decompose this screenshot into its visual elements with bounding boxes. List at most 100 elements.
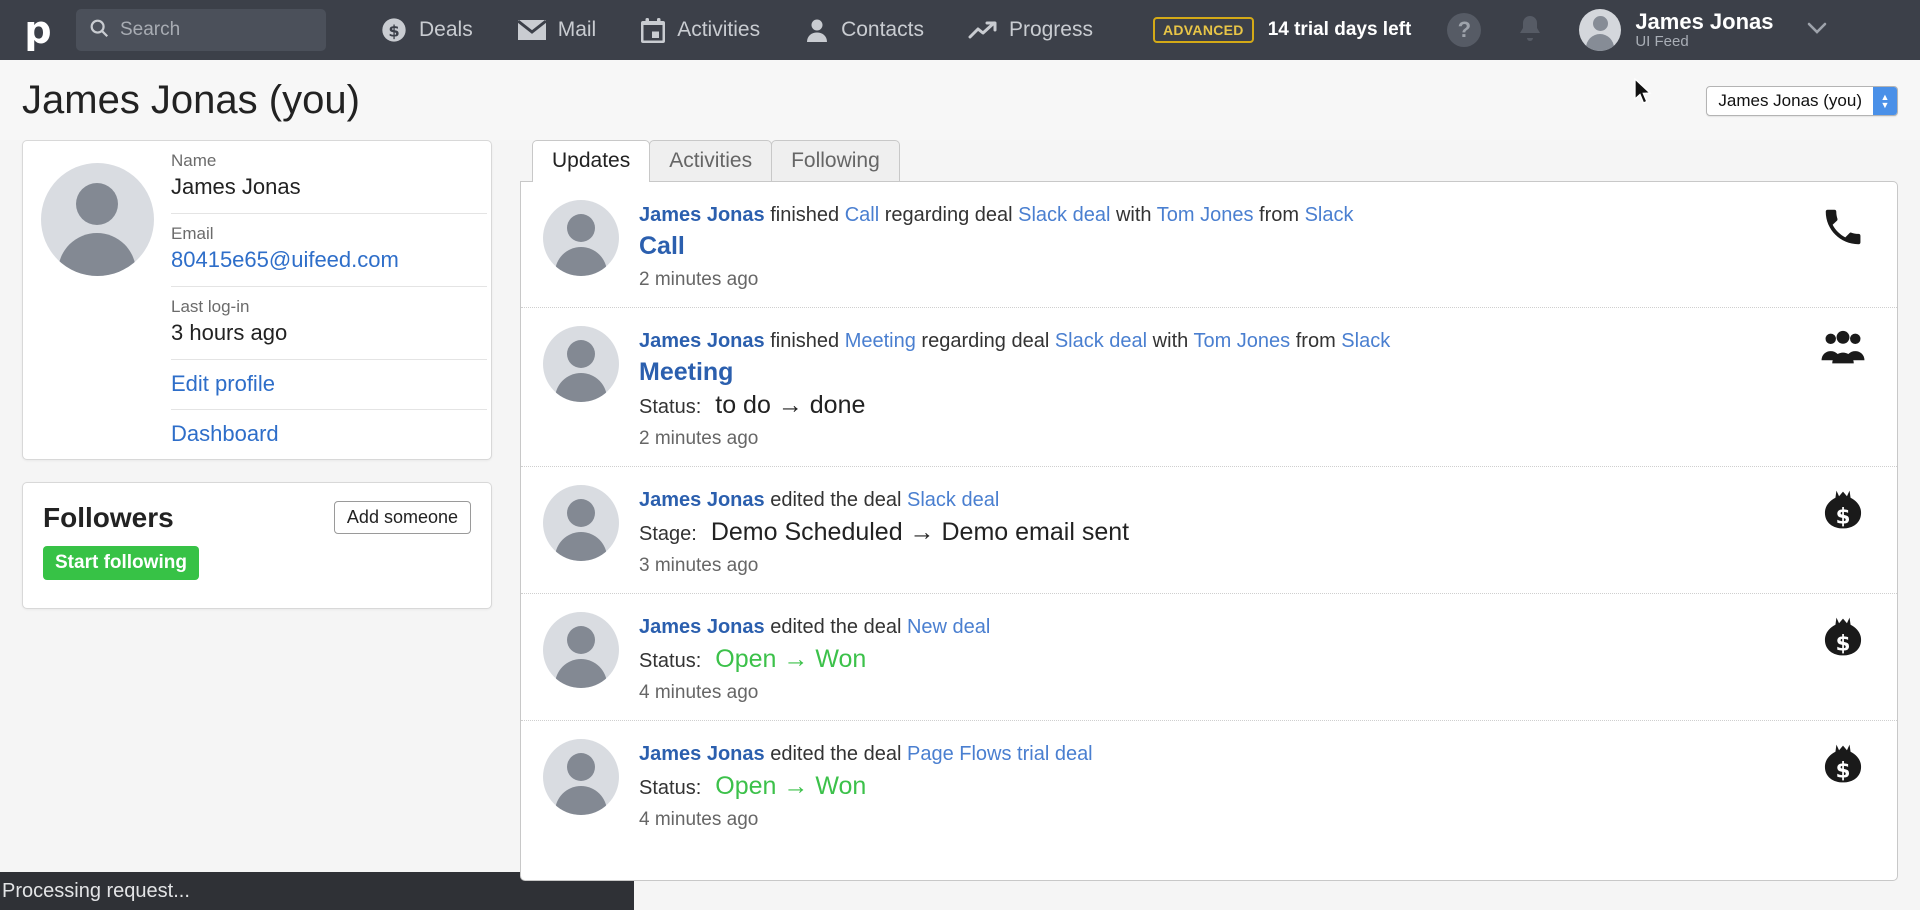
profile-field-email: Email 80415e65@uifeed.com: [171, 214, 487, 287]
feed-object-link[interactable]: Meeting: [845, 330, 916, 352]
app-logo[interactable]: p: [14, 6, 62, 54]
feed-mid-text: regarding deal: [879, 204, 1019, 226]
search-placeholder: Search: [120, 19, 181, 40]
nav-item-activities[interactable]: Activities: [618, 0, 782, 60]
calendar-icon: [640, 17, 666, 44]
nav-item-progress[interactable]: Progress: [946, 0, 1115, 60]
feed-headline: James Jonas edited the deal Slack deal: [639, 487, 1791, 514]
page-title: James Jonas (you): [22, 77, 360, 122]
feed-deal-link[interactable]: New deal: [907, 616, 990, 638]
svg-text:$: $: [1836, 632, 1851, 657]
feed-from-text: from: [1290, 330, 1342, 352]
notifications-bell-icon[interactable]: [1517, 14, 1543, 47]
feed-body: James Jonas edited the deal Page Flows t…: [639, 739, 1791, 831]
feed-change-values: Demo Scheduled → Demo email sent: [710, 518, 1130, 546]
nav-item-deals[interactable]: $ Deals: [358, 0, 495, 60]
edit-profile-row[interactable]: Edit profile: [171, 360, 487, 410]
tab-activities[interactable]: Activities: [649, 140, 773, 182]
feed-verb: finished: [764, 204, 845, 226]
nav-item-mail[interactable]: Mail: [495, 0, 619, 60]
feed-deal-link[interactable]: Slack deal: [907, 489, 999, 511]
tab-updates[interactable]: Updates: [532, 140, 651, 182]
feed-avatar: [543, 326, 619, 402]
feed-deal-link[interactable]: Slack deal: [1018, 204, 1110, 226]
feed-object-link[interactable]: Call: [845, 204, 879, 226]
profile-avatar: [40, 163, 154, 276]
user-menu-name: James Jonas: [1635, 8, 1774, 34]
feed-timestamp: 2 minutes ago: [639, 428, 759, 449]
feed-body: James Jonas edited the deal New deal Stat…: [639, 612, 1791, 704]
main-nav-items: $ Deals Mail Activities Contacts Progres…: [358, 0, 1115, 60]
people-icon: [1811, 326, 1875, 366]
feed-item: James Jonas finished Meeting regarding d…: [521, 308, 1897, 467]
nav-label-contacts: Contacts: [841, 18, 924, 41]
feed-change-values: Open → Won: [715, 772, 867, 800]
profile-field-name-value: James Jonas: [171, 174, 301, 199]
feed-verb: edited the deal: [764, 743, 907, 765]
profile-field-email-value[interactable]: 80415e65@uifeed.com: [171, 247, 487, 273]
feed-with-text: with: [1110, 204, 1157, 226]
feed-timestamp: 4 minutes ago: [639, 682, 759, 703]
search-input[interactable]: Search: [76, 9, 326, 51]
feed-change-values: to do → done: [715, 391, 866, 419]
feed-panel: James Jonas finished Call regarding deal…: [520, 181, 1898, 881]
followers-card: Followers Add someone Start following: [22, 482, 492, 609]
money-bag-icon: $: [1811, 612, 1875, 662]
tab-following[interactable]: Following: [771, 140, 900, 182]
edit-profile-link[interactable]: Edit profile: [171, 371, 275, 396]
envelope-icon: [516, 18, 547, 42]
feed-change-label: Status:: [639, 396, 702, 418]
svg-text:$: $: [388, 21, 399, 40]
profile-card: Name James Jonas Email 80415e65@uifeed.c…: [22, 140, 492, 460]
add-someone-button[interactable]: Add someone: [333, 501, 471, 534]
feed-org-link[interactable]: Slack: [1305, 204, 1354, 226]
feed-actor[interactable]: James Jonas: [639, 330, 765, 352]
feed-change: Status: to do → done: [639, 391, 1791, 420]
feed-verb: edited the deal: [764, 489, 907, 511]
feed-body: James Jonas edited the deal Slack deal St…: [639, 485, 1791, 577]
feed-person-link[interactable]: Tom Jones: [1157, 204, 1254, 226]
feed-change: Status: Open → Won: [639, 772, 1791, 801]
profile-field-name: Name James Jonas: [171, 141, 487, 214]
feed-actor[interactable]: James Jonas: [639, 743, 765, 765]
feed-org-link[interactable]: Slack: [1341, 330, 1390, 352]
user-menu[interactable]: James Jonas UI Feed: [1579, 9, 1831, 51]
feed-deal-link[interactable]: Page Flows trial deal: [907, 743, 1093, 765]
feed-item: James Jonas edited the deal New deal Stat…: [521, 594, 1897, 721]
feed-headline: James Jonas edited the deal Page Flows t…: [639, 741, 1791, 768]
feed-mid-text: regarding deal: [915, 330, 1055, 352]
profile-avatar-wrap: [23, 141, 171, 459]
feed-verb: edited the deal: [764, 616, 907, 638]
phone-icon: [1811, 200, 1875, 250]
user-menu-subtitle: UI Feed: [1635, 32, 1689, 50]
status-toast-message: Processing request...: [2, 879, 190, 902]
feed-subject[interactable]: Meeting: [639, 358, 1791, 387]
user-filter-select[interactable]: James Jonas (you) ▲ ▼: [1706, 86, 1898, 116]
dashboard-row[interactable]: Dashboard: [171, 410, 487, 459]
start-following-button[interactable]: Start following: [43, 546, 199, 580]
feed-avatar: [543, 739, 619, 815]
feed-change: Status: Open → Won: [639, 645, 1791, 674]
dashboard-link[interactable]: Dashboard: [171, 421, 279, 446]
help-icon[interactable]: ?: [1447, 13, 1482, 47]
feed-timestamp: 2 minutes ago: [639, 269, 759, 290]
feed-subject[interactable]: Call: [639, 232, 1791, 261]
feed-person-link[interactable]: Tom Jones: [1193, 330, 1290, 352]
feed-headline: James Jonas edited the deal New deal: [639, 614, 1791, 641]
nav-label-activities: Activities: [677, 18, 761, 41]
feed-actor[interactable]: James Jonas: [639, 616, 765, 638]
followers-title: Followers: [43, 501, 174, 533]
trial-days-text: 14 trial days left: [1267, 19, 1412, 40]
right-column: Updates Activities Following James Jonas…: [520, 140, 1898, 881]
feed-avatar: [543, 612, 619, 688]
nav-item-contacts[interactable]: Contacts: [782, 0, 946, 60]
search-icon: [88, 17, 110, 44]
feed-timestamp: 3 minutes ago: [639, 555, 759, 576]
feed-actor[interactable]: James Jonas: [639, 204, 765, 226]
profile-field-email-label: Email: [171, 224, 214, 243]
feed-actor[interactable]: James Jonas: [639, 489, 765, 511]
feed-change-values: Open → Won: [715, 645, 867, 673]
feed-deal-link[interactable]: Slack deal: [1055, 330, 1147, 352]
nav-label-progress: Progress: [1008, 18, 1093, 41]
feed-item: James Jonas edited the deal Slack deal St…: [521, 467, 1897, 594]
